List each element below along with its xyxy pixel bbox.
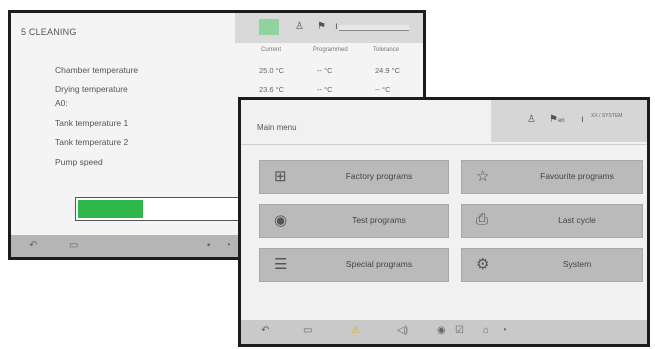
status-info: XX / SYSTEM xyxy=(591,113,623,119)
back-top-bar: ♙ ⚑ ı xyxy=(235,13,423,43)
cleaning-title: 5 CLEANING xyxy=(21,27,77,37)
row-value: 23.6 °C xyxy=(259,85,285,94)
special-programs-button[interactable]: ☰ Special programs xyxy=(259,248,449,282)
star-icon: ☆ xyxy=(476,168,490,185)
main-menu-screen: Main menu ♙ ⚑en ı XX / SYSTEM ⊞ Factory … xyxy=(238,97,650,347)
test-programs-label: Test programs xyxy=(352,215,406,225)
column-current: Current xyxy=(261,47,282,53)
system-label: System xyxy=(562,259,592,269)
row-value: 25.0 °C xyxy=(259,66,285,75)
warning-icon[interactable]: ⚠ xyxy=(351,325,360,336)
factory-programs-icon: ⊞ xyxy=(274,168,287,185)
play-icon[interactable] xyxy=(259,19,279,35)
system-button[interactable]: ⚙ System xyxy=(461,248,643,282)
row-label-drying-temperature: Drying temperature xyxy=(55,84,128,94)
home-icon[interactable]: ⌂ xyxy=(483,325,489,336)
row-label-chamber-temperature: Chamber temperature xyxy=(55,65,139,75)
header-divider xyxy=(241,144,647,145)
flag-icon[interactable]: ⚑en xyxy=(549,114,565,125)
back-icon[interactable]: ↶ xyxy=(261,325,269,336)
info-icon[interactable]: ▪ xyxy=(207,240,211,251)
book-icon[interactable]: ▭ xyxy=(69,240,78,251)
row-value: 24.9 °C xyxy=(375,66,401,75)
special-programs-label: Special programs xyxy=(345,259,413,269)
row-label-tank-temperature-2: Tank temperature 2 xyxy=(55,137,129,147)
person-icon[interactable]: ♙ xyxy=(527,114,536,125)
factory-programs-button[interactable]: ⊞ Factory programs xyxy=(259,160,449,194)
progress-fill xyxy=(78,200,143,218)
book-icon[interactable]: ▭ xyxy=(303,325,312,336)
last-cycle-label: Last cycle xyxy=(558,215,596,225)
front-top-bar: ♙ ⚑en ı XX / SYSTEM xyxy=(491,100,647,142)
column-tolerance: Tolerance xyxy=(373,47,400,53)
checklist-icon[interactable]: ☑ xyxy=(455,325,464,336)
test-programs-button[interactable]: ◉ Test programs xyxy=(259,204,449,238)
speaker-icon[interactable]: ◁) xyxy=(397,325,408,336)
row-label-a0: A0: xyxy=(55,98,68,108)
back-icon[interactable]: ↶ xyxy=(29,240,37,251)
temperature-icon: ı xyxy=(335,21,338,32)
row-value: -- °C xyxy=(317,85,333,94)
eye-icon[interactable]: ◉ xyxy=(437,325,446,336)
last-cycle-button[interactable]: ⎙ Last cycle xyxy=(461,204,643,238)
column-programmed: Programmed xyxy=(313,47,348,53)
page-title: Main menu xyxy=(257,123,297,132)
favourite-programs-button[interactable]: ☆ Favourite programs xyxy=(461,160,643,194)
printer-icon: ⎙ xyxy=(476,211,489,228)
front-bottom-bar: ↶ ▭ ⚠ ◁) ◉ ☑ ⌂ ◔ xyxy=(241,320,647,344)
flag-icon[interactable]: ⚑ xyxy=(317,21,326,32)
row-label-pump-speed: Pump speed xyxy=(55,157,103,167)
main-menu-display: Main menu ♙ ⚑en ı XX / SYSTEM ⊞ Factory … xyxy=(241,100,647,344)
language-code: en xyxy=(557,118,565,124)
eye-icon: ◉ xyxy=(274,212,288,229)
status-bar xyxy=(339,25,409,31)
clock-icon: ◔ xyxy=(225,240,232,251)
gear-icon: ⚙ xyxy=(476,256,490,273)
row-value: -- °C xyxy=(317,66,333,75)
row-value: -- °C xyxy=(375,85,391,94)
favourite-programs-label: Favourite programs xyxy=(540,171,614,181)
row-label-tank-temperature-1: Tank temperature 1 xyxy=(55,118,129,128)
temperature-icon: ı xyxy=(581,114,584,125)
person-icon[interactable]: ♙ xyxy=(295,21,304,32)
special-programs-icon: ☰ xyxy=(274,256,288,273)
factory-programs-label: Factory programs xyxy=(345,171,413,181)
clock-icon: ◔ xyxy=(501,325,508,336)
